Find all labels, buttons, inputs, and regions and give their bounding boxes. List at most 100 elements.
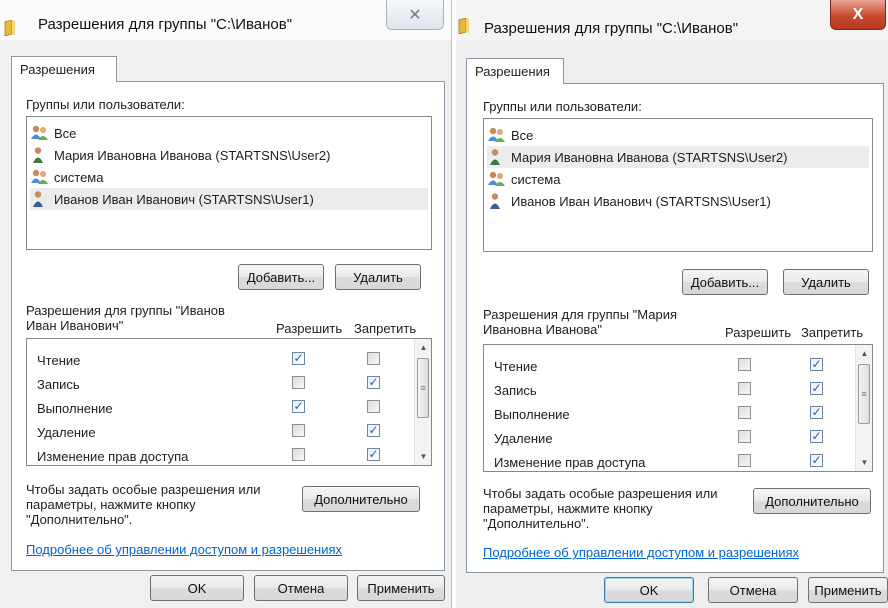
special-permissions-text: Чтобы задать особые разрешения или [483, 486, 718, 501]
permission-row: Чтение ✓ [484, 355, 854, 379]
close-button[interactable]: ✕ [386, 0, 444, 30]
title-bar: Разрешения для группы "C:\Иванов" X [456, 0, 888, 40]
allow-checkbox[interactable] [738, 430, 751, 443]
close-icon: X [852, 5, 864, 23]
list-item[interactable]: Все [487, 124, 869, 146]
remove-button[interactable]: Удалить [335, 264, 421, 290]
deny-column-header: Запретить [354, 321, 417, 336]
list-item[interactable]: Мария Ивановна Иванова (STARTSNS\User2) [30, 144, 428, 166]
allow-checkbox[interactable] [738, 358, 751, 371]
allow-checkbox[interactable] [292, 448, 305, 461]
deny-checkbox[interactable]: ✓ [367, 376, 380, 389]
deny-checkbox[interactable]: ✓ [367, 424, 380, 437]
deny-checkbox[interactable] [367, 352, 380, 365]
allow-checkbox[interactable] [738, 382, 751, 395]
permissions-header: Разрешения для группы "Мария [483, 307, 678, 322]
principals-list[interactable]: Все Мария Ивановна Иванова (STARTSNS\Use… [483, 118, 873, 252]
advanced-button[interactable]: Дополнительно [302, 486, 420, 512]
advanced-button[interactable]: Дополнительно [753, 488, 871, 514]
scroll-thumb[interactable]: ≡ [858, 364, 870, 424]
scrollbar[interactable]: ▲ ≡ ▼ [414, 339, 431, 465]
permission-name: Выполнение [494, 407, 570, 422]
allow-column-header: Разрешить [276, 321, 343, 336]
special-permissions-text-2: параметры, нажмите кнопку [483, 501, 653, 516]
scroll-thumb[interactable]: ≡ [417, 358, 429, 418]
user-icon [33, 191, 43, 207]
deny-checkbox[interactable]: ✓ [810, 430, 823, 443]
group-icon [488, 127, 505, 142]
list-item[interactable]: Все [30, 122, 428, 144]
permissions-list[interactable]: Чтение ✓ Запись ✓ Выполнение ✓ Удаление … [26, 338, 432, 466]
allow-checkbox[interactable] [292, 424, 305, 437]
cancel-button[interactable]: Отмена [708, 577, 798, 603]
permissions-header: Разрешения для группы "Иванов [26, 303, 225, 318]
user-icon [490, 193, 500, 209]
groups-label: Группы или пользователи: [483, 99, 642, 114]
permission-row: Изменение прав доступа ✓ [484, 451, 854, 471]
principal-name: Иванов Иван Иванович (STARTSNS\User1) [511, 193, 771, 209]
allow-checkbox[interactable] [738, 454, 751, 467]
deny-checkbox[interactable]: ✓ [810, 406, 823, 419]
allow-checkbox[interactable] [292, 376, 305, 389]
permission-name: Выполнение [37, 401, 113, 416]
permission-name: Чтение [494, 359, 538, 374]
help-link[interactable]: Подробнее об управлении доступом и разре… [483, 545, 799, 560]
principals-list[interactable]: Все Мария Ивановна Иванова (STARTSNS\Use… [26, 116, 432, 250]
close-button[interactable]: X [830, 0, 886, 30]
special-permissions-text-3: "Дополнительно". [483, 516, 590, 531]
add-button[interactable]: Добавить... [682, 269, 768, 295]
folder-icon [4, 20, 15, 36]
group-icon [31, 169, 48, 184]
permission-name: Запись [37, 377, 80, 392]
list-item[interactable]: Иванов Иван Иванович (STARTSNS\User1) [487, 190, 869, 212]
deny-checkbox[interactable]: ✓ [810, 454, 823, 467]
apply-button[interactable]: Применить [357, 575, 445, 601]
permission-row: Запись ✓ [27, 373, 413, 397]
special-permissions-text: Чтобы задать особые разрешения или [26, 482, 261, 497]
permissions-list[interactable]: Чтение ✓ Запись ✓ Выполнение ✓ Удаление … [483, 344, 873, 472]
permission-row: Выполнение ✓ [27, 397, 413, 421]
principal-name: система [54, 169, 104, 185]
principal-name: система [511, 171, 561, 187]
folder-icon [458, 18, 469, 34]
deny-checkbox[interactable]: ✓ [810, 358, 823, 371]
special-permissions-text-2: параметры, нажмите кнопку [26, 497, 196, 512]
deny-checkbox[interactable] [367, 400, 380, 413]
tab-permissions[interactable]: Разрешения [11, 56, 117, 82]
ok-button[interactable]: OK [604, 577, 694, 603]
allow-checkbox[interactable]: ✓ [292, 400, 305, 413]
ok-button[interactable]: OK [150, 575, 244, 601]
list-item[interactable]: система [30, 166, 428, 188]
allow-checkbox[interactable] [738, 406, 751, 419]
deny-checkbox[interactable]: ✓ [367, 448, 380, 461]
permission-row: Чтение ✓ [27, 349, 413, 373]
remove-button[interactable]: Удалить [783, 269, 869, 295]
list-item[interactable]: система [487, 168, 869, 190]
special-permissions-text-3: "Дополнительно". [26, 512, 133, 527]
close-icon: ✕ [408, 6, 422, 24]
cancel-button[interactable]: Отмена [254, 575, 348, 601]
group-icon [488, 171, 505, 186]
scrollbar[interactable]: ▲ ≡ ▼ [855, 345, 872, 471]
permissions-header-line2: Иван Иванович" [26, 318, 124, 333]
permissions-header-line2: Ивановна Иванова" [483, 322, 603, 337]
principal-name: Все [511, 127, 534, 143]
scroll-up-arrow-icon[interactable]: ▲ [415, 339, 431, 356]
principal-name: Все [54, 125, 77, 141]
help-link[interactable]: Подробнее об управлении доступом и разре… [26, 542, 342, 557]
scroll-down-arrow-icon[interactable]: ▼ [856, 454, 872, 471]
list-item-selected[interactable]: Мария Ивановна Иванова (STARTSNS\User2) [487, 146, 869, 168]
permission-row: Удаление ✓ [484, 427, 854, 451]
scroll-down-arrow-icon[interactable]: ▼ [415, 448, 431, 465]
tab-permissions[interactable]: Разрешения [466, 58, 564, 84]
deny-checkbox[interactable]: ✓ [810, 382, 823, 395]
allow-checkbox[interactable]: ✓ [292, 352, 305, 365]
list-item-selected[interactable]: Иванов Иван Иванович (STARTSNS\User1) [30, 188, 428, 210]
principal-name: Иванов Иван Иванович (STARTSNS\User1) [54, 191, 314, 207]
group-icon [31, 125, 48, 140]
add-button[interactable]: Добавить... [238, 264, 324, 290]
title-bar: Разрешения для группы "C:\Иванов" ✕ [0, 0, 451, 40]
scroll-up-arrow-icon[interactable]: ▲ [856, 345, 872, 362]
apply-button[interactable]: Применить [808, 577, 888, 603]
permissions-dialog-left: Разрешения для группы "C:\Иванов" ✕ Разр… [0, 0, 452, 608]
